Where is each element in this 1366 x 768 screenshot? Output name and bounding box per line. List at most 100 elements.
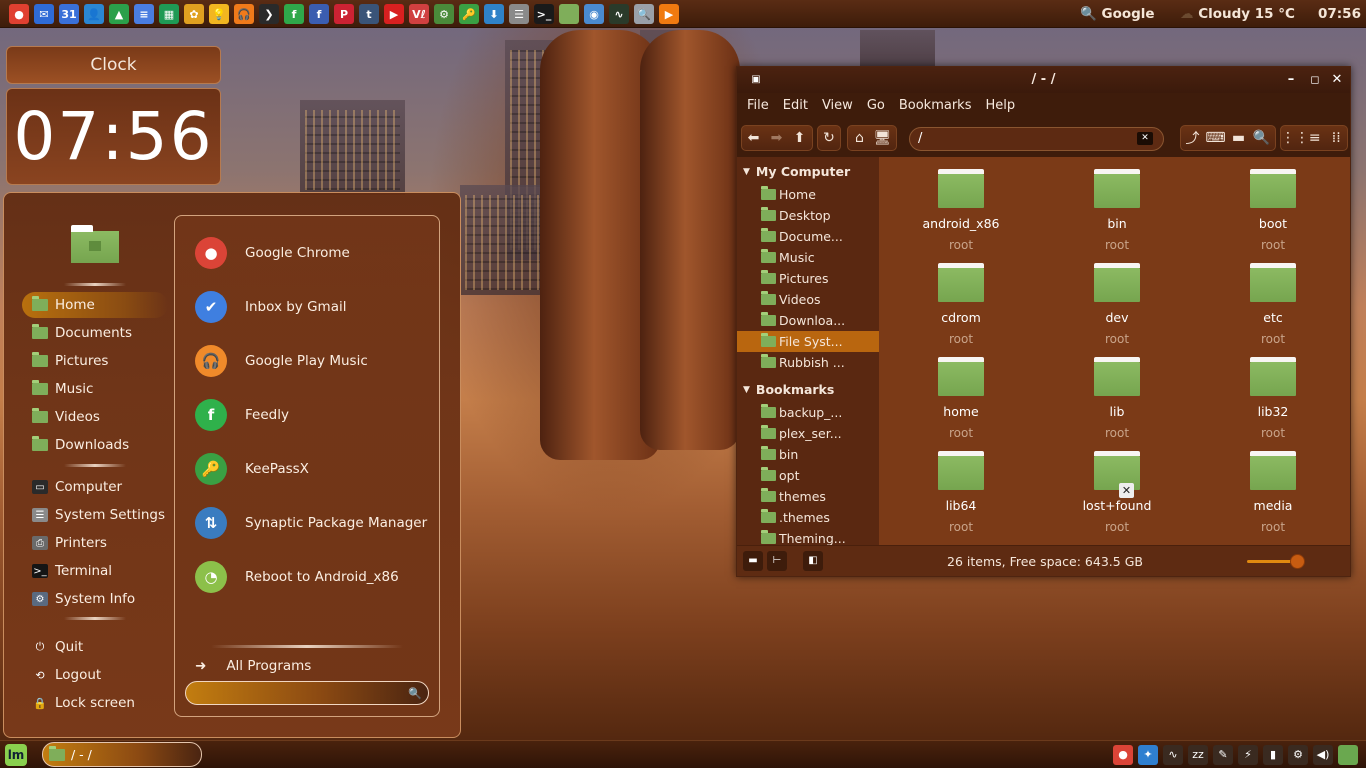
sidebar-item[interactable]: Pictures [737, 268, 879, 289]
back-icon[interactable]: ⬅ [742, 130, 765, 146]
menu-view[interactable]: View [822, 98, 861, 113]
menu-help[interactable]: Help [985, 98, 1023, 113]
vivaldi-icon[interactable]: Vℓ [409, 4, 429, 24]
menu-place-pictures[interactable]: Pictures [22, 348, 168, 374]
chrome-tray-icon[interactable]: ● [1113, 745, 1133, 765]
menu-file[interactable]: File [747, 98, 777, 113]
menu-place-documents[interactable]: Documents [22, 320, 168, 346]
docs-icon[interactable]: ≡ [134, 4, 154, 24]
sidebar-header-bookmarks[interactable]: ▼ Bookmarks [743, 382, 834, 397]
new-folder-icon[interactable]: ▬ [1227, 130, 1250, 146]
sidebar-item[interactable]: plex_ser... [737, 423, 879, 444]
sidebar-item[interactable]: Videos [737, 289, 879, 310]
weather-applet[interactable]: ☁ Cloudy 15 °C [1180, 0, 1295, 28]
toggle-location-icon[interactable]: ⤴ [1181, 128, 1204, 148]
keep-icon[interactable]: 💡 [209, 4, 229, 24]
sidebar-item[interactable]: Docume... [737, 226, 879, 247]
menu-system-terminal[interactable]: >_ Terminal [22, 558, 168, 584]
list-view-icon[interactable]: ≡ [1304, 130, 1326, 146]
vlc-icon[interactable]: ▶ [659, 4, 679, 24]
sidebar-item[interactable]: Home [737, 184, 879, 205]
sidebar-item[interactable]: Rubbish ... [737, 352, 879, 373]
feedly-icon[interactable]: f [284, 4, 304, 24]
system-settings-icon[interactable]: ☰ [509, 4, 529, 24]
show-desktop-icon[interactable] [1338, 745, 1358, 765]
play-music-icon[interactable]: 🎧 [234, 4, 254, 24]
mail-icon[interactable]: ✉ [34, 4, 54, 24]
window-titlebar[interactable]: ▣ / - / – ◻ ✕ [737, 67, 1350, 93]
menu-system-computer[interactable]: ▭ Computer [22, 474, 168, 500]
file-item[interactable]: media root [1208, 451, 1338, 534]
terminal-icon[interactable]: ⌨ [1204, 130, 1227, 146]
volume-tray-icon[interactable]: ◀) [1313, 745, 1333, 765]
pen-tray-icon[interactable]: ✎ [1213, 745, 1233, 765]
file-item[interactable]: ✕ lost+found root [1052, 451, 1182, 534]
compact-view-icon[interactable]: ⁞⁞ [1326, 130, 1348, 146]
sleep-tray-icon[interactable]: zz [1188, 745, 1208, 765]
chrome-icon[interactable]: ● [9, 4, 29, 24]
fav-synaptic[interactable]: ⇅ Synaptic Package Manager [195, 505, 427, 541]
file-item[interactable]: lib64 root [896, 451, 1026, 534]
address-bar[interactable]: / ✕ [909, 127, 1164, 151]
reload-button[interactable]: ↻ [817, 125, 841, 151]
menu-place-downloads[interactable]: Downloads [22, 432, 168, 458]
sidebar-header-computer[interactable]: ▼ My Computer [743, 164, 850, 179]
file-item[interactable]: lib root [1052, 357, 1182, 440]
system-monitor-icon[interactable]: ∿ [609, 4, 629, 24]
close-icon[interactable]: ✕ [1326, 67, 1348, 93]
taskbar-window-button[interactable]: / - / [42, 742, 202, 767]
icon-view-icon[interactable]: ⋮⋮ [1281, 130, 1309, 146]
sidebar-item[interactable]: .themes [737, 507, 879, 528]
menu-session-quit[interactable]: ⏻ Quit [22, 634, 168, 660]
sidebar-item[interactable]: Downloa... [737, 310, 879, 331]
facebook-icon[interactable]: f [309, 4, 329, 24]
menu-place-home[interactable]: Home [22, 292, 168, 318]
file-item[interactable]: etc root [1208, 263, 1338, 346]
menu-place-music[interactable]: Music [22, 376, 168, 402]
fav-google-chrome[interactable]: ● Google Chrome [195, 235, 350, 271]
dropbox-tray-icon[interactable]: ✦ [1138, 745, 1158, 765]
youtube-icon[interactable]: ▶ [384, 4, 404, 24]
fav-play-music[interactable]: 🎧 Google Play Music [195, 343, 368, 379]
sidebar-item[interactable]: Desktop [737, 205, 879, 226]
show-tree-icon[interactable]: ⊢ [767, 551, 787, 571]
menu-session-lock[interactable]: 🔒 Lock screen [22, 690, 168, 716]
camera-icon[interactable]: ◉ [584, 4, 604, 24]
search-icon[interactable]: 🔍 [1250, 130, 1273, 146]
show-places-icon[interactable]: ▬ [743, 551, 763, 571]
search-app-icon[interactable]: 🔍 [634, 4, 654, 24]
file-item[interactable]: home root [896, 357, 1026, 440]
file-item[interactable]: dev root [1052, 263, 1182, 346]
calendar-icon[interactable]: 31 [59, 4, 79, 24]
sidebar-item[interactable]: File Syst... [737, 331, 879, 352]
sidebar-item[interactable]: Music [737, 247, 879, 268]
battery-tray-icon[interactable]: ▮ [1263, 745, 1283, 765]
plex-icon[interactable]: ❯ [259, 4, 279, 24]
minimize-icon[interactable]: – [1280, 67, 1302, 93]
pinterest-icon[interactable]: P [334, 4, 354, 24]
file-item[interactable]: bin root [1052, 169, 1182, 252]
mint-menu-button[interactable]: lm [5, 744, 27, 766]
menu-system-info[interactable]: ⚙ System Info [22, 586, 168, 612]
menu-place-videos[interactable]: Videos [22, 404, 168, 430]
menu-system-printers[interactable]: ⎙ Printers [22, 530, 168, 556]
download-icon[interactable]: ⬇ [484, 4, 504, 24]
home-icon[interactable]: ⌂ [848, 130, 871, 146]
forward-icon[interactable]: ➡ [765, 130, 788, 146]
menu-session-logout[interactable]: ⟲ Logout [22, 662, 168, 688]
file-item[interactable]: android_x86 root [896, 169, 1026, 252]
terminal-icon[interactable]: >_ [534, 4, 554, 24]
drive-icon[interactable]: ▲ [109, 4, 129, 24]
fav-reboot-android[interactable]: ◔ Reboot to Android_x86 [195, 559, 399, 595]
sidebar-item[interactable]: bin [737, 444, 879, 465]
photos-icon[interactable]: ✿ [184, 4, 204, 24]
contacts-icon[interactable]: 👤 [84, 4, 104, 24]
menu-go[interactable]: Go [867, 98, 893, 113]
menu-edit[interactable]: Edit [783, 98, 816, 113]
file-item[interactable]: cdrom root [896, 263, 1026, 346]
search-applet[interactable]: 🔍 Google [1080, 0, 1155, 28]
fav-inbox-gmail[interactable]: ✔ Inbox by Gmail [195, 289, 346, 325]
maximize-icon[interactable]: ◻ [1304, 67, 1326, 93]
up-icon[interactable]: ⬆ [788, 130, 811, 146]
sheets-icon[interactable]: ▦ [159, 4, 179, 24]
